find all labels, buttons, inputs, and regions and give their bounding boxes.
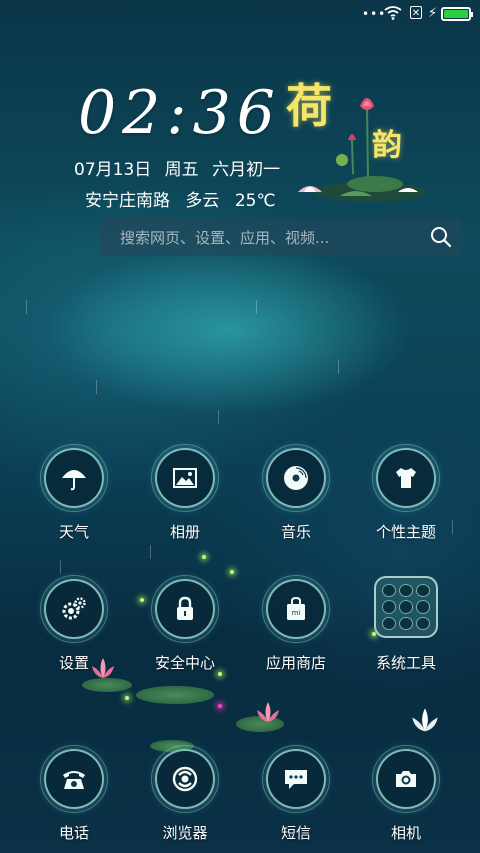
temperature-text: 25℃ bbox=[234, 191, 276, 211]
app-weather[interactable]: 天气 bbox=[19, 444, 129, 542]
app-messages[interactable]: 短信 bbox=[241, 745, 351, 843]
app-icon-frame bbox=[372, 444, 440, 512]
battery-fill bbox=[444, 10, 468, 18]
firefly bbox=[125, 696, 129, 700]
app-icon-frame bbox=[40, 745, 108, 813]
app-icon-frame bbox=[262, 745, 330, 813]
app-label: 音乐 bbox=[280, 523, 311, 541]
folder-mini-app bbox=[382, 600, 396, 614]
app-store[interactable]: mi 应用商店 bbox=[241, 575, 351, 673]
title-calligraphy: 荷 bbox=[286, 79, 332, 133]
app-icon-frame bbox=[151, 444, 219, 512]
app-camera[interactable]: 相机 bbox=[351, 745, 461, 843]
app-label: 安全中心 bbox=[154, 654, 215, 672]
app-gallery[interactable]: 相册 bbox=[130, 444, 240, 542]
svg-text:mi: mi bbox=[292, 609, 301, 617]
folder-mini-app bbox=[416, 600, 430, 614]
app-label: 应用商店 bbox=[265, 654, 326, 672]
app-label: 短信 bbox=[280, 824, 311, 842]
rain-streak bbox=[218, 410, 219, 424]
app-system-tools-folder[interactable]: 系统工具 bbox=[351, 576, 461, 673]
app-security[interactable]: 安全中心 bbox=[130, 575, 240, 673]
app-browser[interactable]: 浏览器 bbox=[130, 745, 240, 843]
umbrella-icon bbox=[62, 470, 86, 491]
app-icon-frame bbox=[372, 745, 440, 813]
rain-streak bbox=[60, 560, 61, 574]
app-label: 系统工具 bbox=[375, 654, 436, 672]
lily-pad bbox=[136, 686, 214, 704]
wifi-icon bbox=[384, 6, 402, 20]
app-icon-frame bbox=[40, 444, 108, 512]
notification-dots: ••• bbox=[362, 7, 387, 21]
app-icon-frame bbox=[151, 575, 219, 643]
app-icon-frame bbox=[262, 444, 330, 512]
app-label: 个性主题 bbox=[375, 523, 436, 541]
folder-mini-app bbox=[416, 584, 430, 598]
app-label: 相机 bbox=[390, 824, 421, 842]
rain-streak bbox=[256, 300, 257, 314]
app-music[interactable]: 音乐 bbox=[241, 444, 351, 542]
lotus-flower bbox=[412, 708, 438, 732]
gear-icon bbox=[62, 597, 86, 620]
sim-icon: ✕ bbox=[410, 6, 422, 19]
app-settings[interactable]: 设置 bbox=[19, 575, 129, 673]
search-icon[interactable] bbox=[430, 226, 452, 248]
rain-streak bbox=[96, 380, 97, 394]
weather-condition-text: 多云 bbox=[185, 191, 220, 211]
app-label: 电话 bbox=[58, 824, 89, 842]
app-label: 浏览器 bbox=[162, 824, 208, 842]
folder-mini-app bbox=[382, 616, 396, 630]
app-label: 相册 bbox=[169, 523, 200, 541]
app-phone[interactable]: 电话 bbox=[19, 745, 129, 843]
rain-streak bbox=[150, 545, 151, 559]
app-label: 设置 bbox=[58, 654, 89, 672]
weather-row[interactable]: 安宁庄南路 多云 25℃ bbox=[85, 186, 286, 211]
folder-icon bbox=[374, 576, 438, 638]
search-placeholder: 搜索网页、设置、应用、视频... bbox=[120, 229, 330, 247]
app-icon-frame bbox=[40, 575, 108, 643]
rain-streak bbox=[338, 360, 339, 374]
lotus-flower bbox=[257, 702, 279, 722]
lunar-date-text: 六月初一 bbox=[212, 160, 281, 180]
globe-icon bbox=[172, 766, 198, 792]
picture-icon bbox=[173, 468, 197, 488]
title-calligraphy: 韵 bbox=[372, 128, 402, 163]
app-icon-frame: mi bbox=[262, 575, 330, 643]
folder-mini-app bbox=[399, 584, 413, 598]
weekday-text: 周五 bbox=[164, 160, 199, 180]
folder-mini-app bbox=[399, 600, 413, 614]
location-text: 安宁庄南路 bbox=[85, 191, 170, 211]
folder-mini-app bbox=[416, 616, 430, 630]
tshirt-icon bbox=[396, 468, 416, 488]
date-text: 07月13日 bbox=[74, 160, 152, 180]
lock-icon bbox=[177, 596, 193, 620]
app-icon-frame bbox=[151, 745, 219, 813]
date-row[interactable]: 07月13日 周五 六月初一 bbox=[74, 155, 288, 180]
firefly bbox=[218, 704, 222, 708]
camera-icon bbox=[396, 771, 416, 787]
app-label: 天气 bbox=[58, 523, 89, 541]
firefly bbox=[202, 555, 206, 559]
telephone-icon bbox=[63, 771, 85, 789]
status-bar: ••• ✕ ⚡ bbox=[0, 0, 480, 28]
chat-bubble-icon bbox=[285, 770, 307, 789]
folder-mini-app bbox=[382, 584, 396, 598]
battery-icon bbox=[441, 7, 473, 21]
charging-icon: ⚡ bbox=[428, 6, 438, 21]
clock-time[interactable]: 02:36 bbox=[78, 80, 281, 146]
shopping-bag-icon: mi bbox=[287, 596, 305, 620]
folder-mini-app bbox=[399, 616, 413, 630]
firefly bbox=[230, 570, 234, 574]
search-bar[interactable]: 搜索网页、设置、应用、视频... bbox=[100, 218, 462, 256]
disc-icon bbox=[284, 466, 308, 490]
rain-streak bbox=[26, 300, 27, 314]
app-themes[interactable]: 个性主题 bbox=[351, 444, 461, 542]
